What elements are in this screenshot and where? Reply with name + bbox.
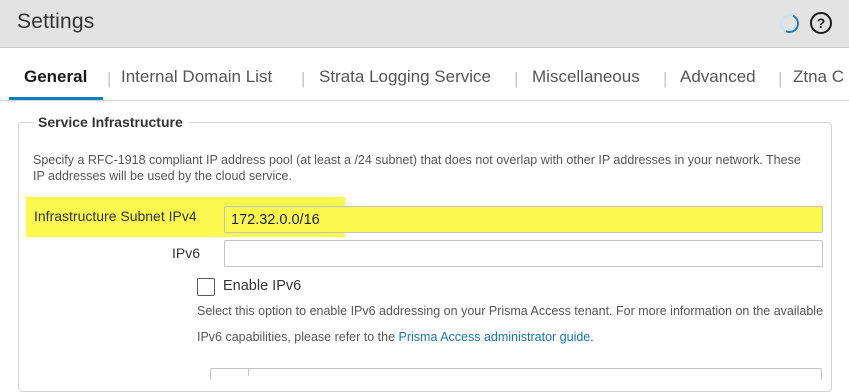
tab-separator: | <box>107 69 112 88</box>
tab-ztna[interactable]: Ztna C <box>793 67 844 87</box>
section-description: Specify a RFC-1918 compliant IP address … <box>33 153 801 183</box>
spinner-icon <box>777 11 802 36</box>
tab-separator: | <box>778 69 783 88</box>
enable-ipv6-checkbox[interactable] <box>197 278 215 296</box>
active-tab-indicator <box>9 97 103 100</box>
tab-advanced[interactable]: Advanced <box>680 67 756 87</box>
tab-strata-logging-service[interactable]: Strata Logging Service <box>319 67 491 87</box>
tab-separator: | <box>663 69 668 88</box>
ipv6-input[interactable] <box>224 240 823 267</box>
tab-separator: | <box>514 69 519 88</box>
ipv4-label: Infrastructure Subnet IPv4 <box>34 208 197 224</box>
tab-separator: | <box>301 69 306 88</box>
tab-general[interactable]: General <box>24 67 87 87</box>
help-icon[interactable]: ? <box>810 12 832 34</box>
help-text-end: . <box>590 330 594 344</box>
section-legend: Service Infrastructure <box>34 114 189 130</box>
ipv6-label: IPv6 <box>172 245 201 261</box>
window-title: Settings <box>17 10 95 33</box>
enable-ipv6-label[interactable]: Enable IPv6 <box>223 278 301 294</box>
ipv4-subnet-input[interactable] <box>224 206 823 233</box>
title-bar: Settings ? <box>0 0 849 48</box>
tab-bar: General | Internal Domain List | Strata … <box>0 49 849 101</box>
admin-guide-link[interactable]: Prisma Access administrator guide <box>399 330 591 344</box>
tab-miscellaneous[interactable]: Miscellaneous <box>532 67 640 87</box>
next-field-input[interactable] <box>210 368 822 380</box>
enable-ipv6-help: Select this option to enable IPv6 addres… <box>197 298 829 350</box>
tab-internal-domain-list[interactable]: Internal Domain List <box>121 67 272 87</box>
